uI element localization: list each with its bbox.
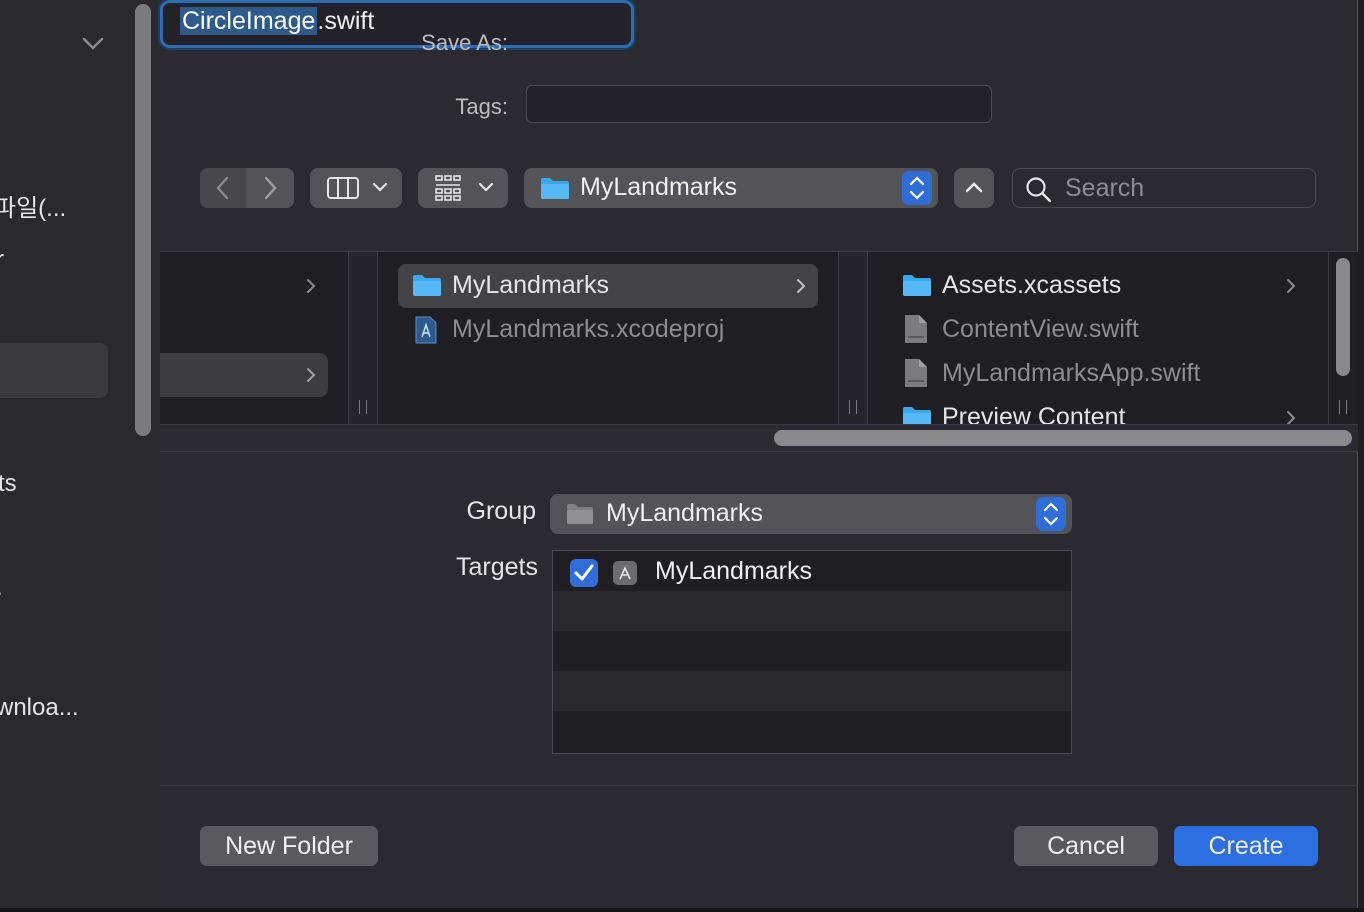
targets-label: Targets (456, 553, 538, 581)
folder-icon (413, 275, 441, 296)
column1-selected-row[interactable] (160, 353, 328, 397)
updown-chevron-icon (1036, 497, 1066, 531)
column-scrollbar[interactable] (1336, 258, 1350, 376)
sidebar: 파일(... r ts . wnloa... (0, 0, 160, 912)
sidebar-selected-item[interactable] (0, 343, 108, 398)
cancel-button[interactable]: Cancel (1014, 826, 1158, 866)
swift-file-icon (905, 359, 927, 387)
chevron-up-icon (965, 182, 983, 193)
save-dialog: Save As: CircleImage.swift Tags: MyLandm… (160, 0, 1358, 908)
location-popup[interactable]: MyLandmarks (524, 168, 938, 208)
group-label: Group (466, 497, 536, 525)
column-resizer[interactable] (838, 252, 868, 424)
chevron-right-icon (307, 368, 316, 382)
location-label: MyLandmarks (580, 173, 737, 201)
forward-button[interactable] (247, 168, 294, 208)
chevron-right-icon (797, 279, 806, 293)
tags-label: Tags: (455, 94, 508, 119)
list-item[interactable]: ContentView.swift (888, 308, 1308, 352)
sidebar-item[interactable]: . (0, 574, 3, 602)
sidebar-item[interactable]: r (0, 246, 4, 274)
folder-icon (903, 275, 931, 296)
chevron-left-icon (216, 176, 229, 200)
folder-icon (541, 178, 569, 199)
list-item-name: MyLandmarksApp.swift (942, 359, 1201, 387)
chevron-right-icon (264, 176, 277, 200)
save-as-selected-text: CircleImage (180, 7, 318, 35)
list-item[interactable]: MyLandmarks.xcodeproj (398, 308, 818, 352)
sidebar-item[interactable]: 파일(... (0, 188, 66, 223)
chevron-right-icon (1287, 279, 1296, 293)
columns-icon (327, 177, 388, 199)
list-item-name: MyLandmarks.xcodeproj (452, 315, 725, 343)
expand-collapse-button[interactable] (954, 168, 994, 208)
save-as-extension: .swift (317, 7, 375, 35)
list-item[interactable]: MyLandmarks (398, 264, 818, 308)
sidebar-item[interactable]: ts (0, 470, 17, 498)
view-columns-button[interactable] (310, 168, 402, 208)
targets-list: MyLandmarks (552, 550, 1072, 754)
xcodeproj-icon (415, 316, 437, 344)
app-target-icon (613, 561, 637, 585)
grid-icon (435, 175, 494, 201)
swift-file-icon (905, 315, 927, 343)
target-checkbox[interactable] (570, 559, 598, 587)
chevron-down-icon[interactable] (80, 30, 106, 56)
list-item-name: Assets.xcassets (942, 271, 1122, 299)
updown-chevron-icon (902, 171, 932, 205)
new-folder-button[interactable]: New Folder (200, 826, 378, 866)
search-input[interactable] (1065, 173, 1305, 203)
folder-icon (567, 504, 593, 524)
horizontal-scrollbar[interactable] (774, 430, 1352, 446)
target-name: MyLandmarks (655, 557, 812, 585)
file-browser: MyLandmarks MyLandmarks.xcodeproj Assets… (160, 251, 1358, 452)
create-button[interactable]: Create (1174, 826, 1318, 866)
target-row[interactable]: MyLandmarks (553, 551, 1071, 591)
tags-field[interactable] (526, 85, 992, 123)
list-item-name: MyLandmarks (452, 271, 609, 299)
group-by-button[interactable] (418, 168, 508, 208)
back-button[interactable] (200, 168, 246, 208)
group-value: MyLandmarks (606, 499, 763, 527)
checkmark-icon (574, 564, 594, 581)
back-forward-control (200, 168, 294, 208)
group-popup[interactable]: MyLandmarks (550, 494, 1072, 534)
list-item[interactable]: Assets.xcassets (888, 264, 1308, 308)
save-as-label: Save As: (421, 30, 508, 55)
sidebar-item[interactable]: wnloa... (0, 694, 79, 722)
search-icon (1026, 177, 1052, 203)
list-item[interactable]: MyLandmarksApp.swift (888, 352, 1308, 396)
column-resizer[interactable] (348, 252, 378, 424)
chevron-right-icon (307, 279, 316, 293)
list-item-name: ContentView.swift (942, 315, 1139, 343)
search-field[interactable] (1012, 168, 1316, 208)
sidebar-scrollbar[interactable] (135, 4, 151, 436)
